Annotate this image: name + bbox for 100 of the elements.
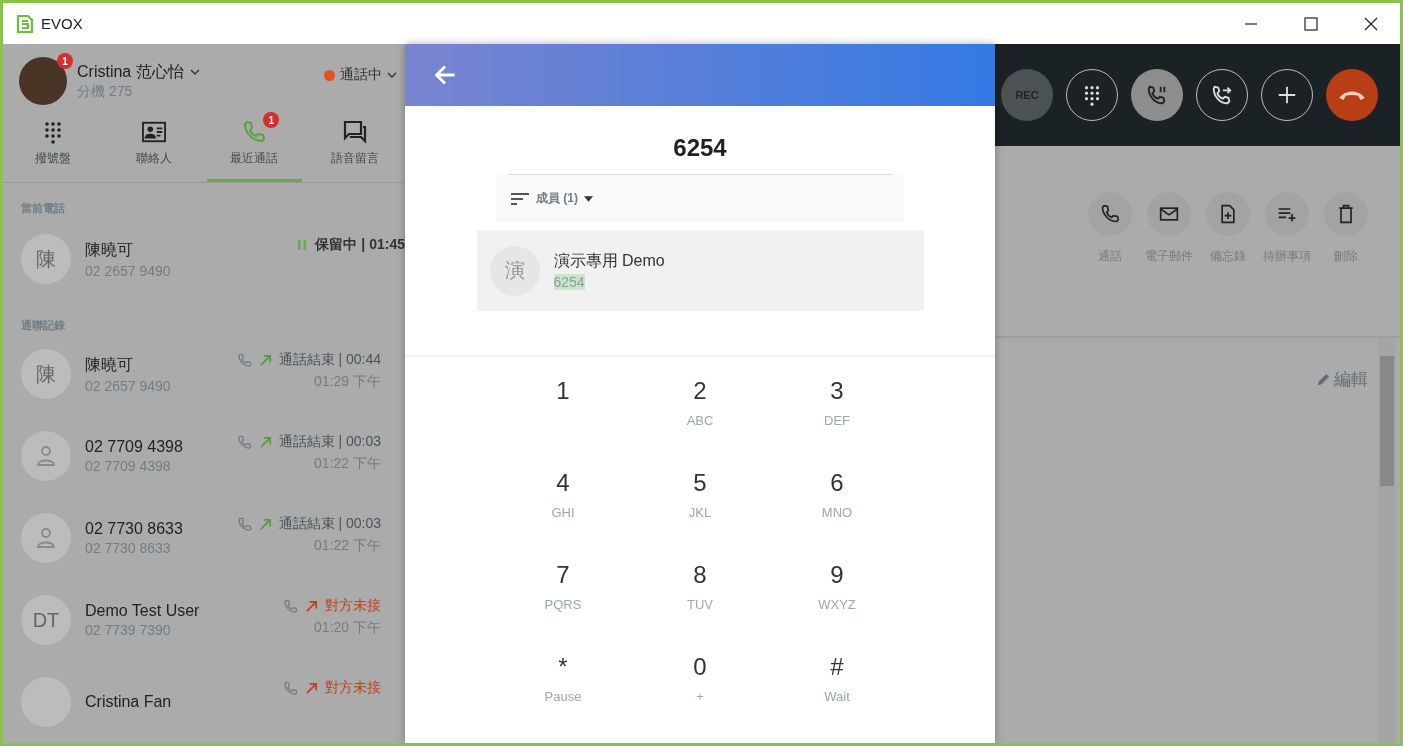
- user-avatar[interactable]: [19, 57, 67, 106]
- contact-name: 陳曉可: [85, 354, 134, 375]
- status-label[interactable]: 通話中: [340, 66, 382, 84]
- dial-key[interactable]: 1: [494, 371, 632, 463]
- person-icon: [36, 445, 56, 467]
- phone-icon: [283, 598, 298, 614]
- dial-key[interactable]: 0 +: [631, 647, 769, 739]
- add-note-icon: [1218, 204, 1238, 224]
- dial-key[interactable]: 7 PQRS: [494, 555, 632, 647]
- dial-key[interactable]: 6 MNO: [768, 463, 906, 555]
- nav-tab[interactable]: 語音留言: [307, 108, 402, 182]
- outgoing-arrow-icon: [257, 352, 273, 368]
- call-history-item[interactable]: DT Demo Test User 02 7739 7390 對方未接 01:20 下午: [3, 579, 405, 661]
- phone-icon: [242, 120, 267, 145]
- outgoing-arrow-icon: [257, 516, 273, 532]
- chevron-down-icon[interactable]: [189, 69, 200, 76]
- search-result-item[interactable]: 演 演示專用 Demo 6254: [476, 230, 924, 311]
- app-logo-icon: [15, 13, 35, 34]
- caret-icon: [584, 195, 593, 202]
- envelope-icon: [1159, 204, 1179, 224]
- dial-key[interactable]: # Wait: [768, 647, 906, 739]
- scrollbar[interactable]: [1378, 338, 1396, 743]
- phone-icon: [236, 434, 252, 450]
- contact-number: 02 7730 8633: [85, 540, 172, 556]
- plus-icon: [1276, 84, 1298, 106]
- contact-avatar: 陳: [21, 234, 71, 284]
- call-time: 01:22 下午: [314, 537, 381, 555]
- contact-name: 02 7730 8633: [85, 520, 183, 538]
- dial-key[interactable]: 5 JKL: [631, 463, 769, 555]
- call-time: 01:22 下午: [314, 455, 381, 473]
- contact-avatar: 演: [489, 245, 540, 296]
- phone-hold-icon: [1146, 84, 1168, 106]
- notification-badge: 1: [263, 112, 280, 129]
- section-label: 當前電話: [20, 201, 66, 216]
- call-status: 保留中 | 01:45: [315, 236, 405, 254]
- chevron-down-icon[interactable]: [387, 72, 397, 78]
- call-status: 通話結束 | 00:03: [278, 433, 381, 451]
- contact-name: Demo Test User: [85, 602, 200, 620]
- maximize-icon[interactable]: [1304, 16, 1318, 31]
- contact-number: 02 7739 7390: [85, 622, 172, 638]
- pencil-icon: [1316, 372, 1331, 387]
- action-button[interactable]: [1265, 192, 1309, 236]
- phone-icon: [1100, 204, 1120, 224]
- action-button[interactable]: [1088, 192, 1132, 236]
- contact-number: 02 7709 4398: [85, 458, 172, 474]
- user-extension: 分機 275: [77, 82, 134, 101]
- person-icon: [36, 527, 56, 549]
- contact-avatar: 陳: [21, 349, 71, 399]
- call-history-item[interactable]: 陳 陳曉可 02 2657 9490 通話結束 | 00:44 01:29 下午: [3, 333, 405, 415]
- nav-tab[interactable]: 聯絡人: [106, 108, 201, 182]
- contact-avatar: DT: [21, 595, 71, 645]
- status-dot: [324, 69, 335, 81]
- outgoing-arrow-icon: [304, 680, 319, 696]
- trash-icon: [1336, 204, 1356, 224]
- call-history-item[interactable]: Cristina Fan 對方未接: [3, 661, 405, 743]
- dial-key[interactable]: 4 GHI: [494, 463, 632, 555]
- call-history-item[interactable]: 02 7709 4398 02 7709 4398 通話結束 | 00:03 01:22 下午: [3, 415, 405, 497]
- pause-icon: [297, 239, 308, 251]
- contact-number: 02 2657 9490: [85, 377, 171, 394]
- contact-card-icon: [141, 120, 166, 145]
- action-button[interactable]: [1206, 192, 1250, 236]
- outgoing-arrow-icon: [304, 598, 319, 614]
- contact-name: 陳曉可: [85, 239, 134, 260]
- phone-icon: [283, 680, 298, 696]
- close-icon[interactable]: [1364, 16, 1378, 31]
- call-status: 對方未接: [325, 679, 381, 697]
- contact-number: 02 2657 9490: [85, 262, 171, 279]
- action-button[interactable]: [1324, 192, 1368, 236]
- section-label: 通聯記錄: [20, 318, 66, 333]
- phone-icon: [236, 516, 252, 532]
- contact-name: Cristina Fan: [85, 693, 172, 711]
- chat-icon: [342, 120, 367, 145]
- nav-tab[interactable]: 1 最近通話: [207, 108, 302, 182]
- nav-tab[interactable]: 撥號盤: [6, 108, 101, 182]
- contact-name: 演示專用 Demo: [553, 251, 665, 271]
- phone-icon: [236, 352, 252, 368]
- filter-dropdown[interactable]: 成員 (1): [536, 190, 593, 207]
- notification-badge: 1: [57, 53, 73, 70]
- dial-key[interactable]: 8 TUV: [631, 555, 769, 647]
- dial-key[interactable]: * Pause: [494, 647, 632, 739]
- call-control-button[interactable]: [1131, 69, 1183, 121]
- dial-key[interactable]: 3 DEF: [768, 371, 906, 463]
- dial-key[interactable]: 2 ABC: [631, 371, 769, 463]
- call-status: 通話結束 | 00:44: [278, 351, 381, 369]
- contact-name: 02 7709 4398: [85, 438, 183, 456]
- dial-key[interactable]: 9 WXYZ: [768, 555, 906, 647]
- call-status: 通話結束 | 00:03: [278, 515, 381, 533]
- call-control-button[interactable]: [1326, 69, 1378, 121]
- phone-forward-icon: [1211, 84, 1233, 106]
- call-time: 01:20 下午: [314, 619, 381, 637]
- hang-up-icon: [1339, 90, 1365, 100]
- window-title: EVOX: [41, 15, 83, 32]
- call-time: 01:29 下午: [314, 373, 381, 391]
- back-arrow-icon[interactable]: [433, 63, 457, 87]
- action-button[interactable]: [1147, 192, 1191, 236]
- call-status: 對方未接: [325, 597, 381, 615]
- sort-icon: [510, 191, 530, 206]
- call-history-item[interactable]: 02 7730 8633 02 7730 8633 通話結束 | 00:03 01:22 下午: [3, 497, 405, 579]
- contact-number: 6254: [553, 274, 585, 290]
- user-name[interactable]: Cristina 范心怡: [77, 61, 184, 83]
